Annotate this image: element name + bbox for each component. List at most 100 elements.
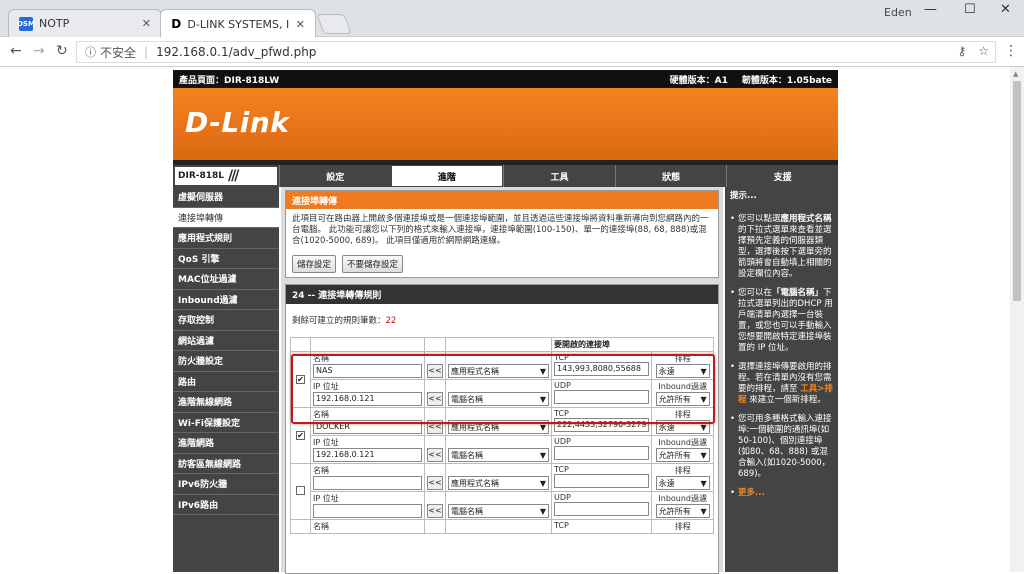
table-row: IP 位址 192.168.0.121 << 電腦名稱 ▼ UDP Inbound過… <box>291 379 714 408</box>
rule-name-input[interactable]: NAS <box>313 364 422 378</box>
rule-enable-cell: ✔ <box>290 407 311 464</box>
rules-table: 要開啟的連接埠 ✔ 名稱 NAS << 應用程式名稱 ▼ TCP 143,993,80… <box>290 337 714 534</box>
rule-name-input[interactable] <box>313 476 422 490</box>
sidebar-item-port-forwarding[interactable]: 連接埠轉傳 <box>173 207 279 228</box>
rule-enable-cell: ✔ <box>290 351 311 408</box>
url-text[interactable]: 192.168.0.1/adv_pfwd.php <box>156 45 316 59</box>
forward-icon[interactable]: → <box>33 43 45 59</box>
scroll-thumb[interactable] <box>1013 81 1021 301</box>
new-tab-button[interactable] <box>316 14 352 34</box>
schedule-select[interactable]: 永遠 ▼ <box>655 364 710 378</box>
ip-address-input[interactable]: 192.168.0.121 <box>313 392 422 406</box>
chevron-down-icon: ▼ <box>700 478 707 488</box>
chevron-down-icon: ▼ <box>539 450 546 460</box>
page-scrollbar[interactable]: ▲ <box>1010 67 1024 572</box>
sidebar-item-mac-filter[interactable]: MAC位址過濾 <box>173 269 279 290</box>
info-icon[interactable]: ⓘ <box>85 44 96 60</box>
tab-status[interactable]: 狀態 <box>614 165 727 187</box>
dont-save-button[interactable]: 不要儲存設定 <box>342 255 404 273</box>
star-icon[interactable]: ☆ <box>978 44 989 58</box>
fill-ip-button[interactable]: << <box>427 448 443 462</box>
profile-name[interactable]: Eden <box>884 6 912 19</box>
tab-tools[interactable]: 工具 <box>503 165 615 187</box>
sidebar-item-advanced-network[interactable]: 進階網路 <box>173 433 279 454</box>
fill-ip-button[interactable]: << <box>427 392 443 406</box>
fill-name-button[interactable]: << <box>427 364 443 378</box>
tcp-ports-input[interactable]: 222,4433,32790-3279 <box>554 418 650 432</box>
schedule-label: 排程 <box>674 410 691 419</box>
sidebar-item-guest-zone[interactable]: 訪客區無線網路 <box>173 454 279 474</box>
save-button[interactable]: 儲存設定 <box>292 255 337 273</box>
reload-icon[interactable]: ↻ <box>56 43 68 59</box>
rule-name-input[interactable]: DOCKER <box>313 420 422 434</box>
inbound-filter-select[interactable]: 允許所有 ▼ <box>655 392 710 406</box>
close-icon[interactable]: ✕ <box>296 18 305 31</box>
table-row: ✔ 名稱 DOCKER << 應用程式名稱 ▼ TCP 222,4433,32790-… <box>290 407 714 464</box>
sidebar-item-ipv6-routing[interactable]: IPv6路由 <box>173 495 279 515</box>
udp-ports-input[interactable] <box>554 390 650 404</box>
tab-advanced[interactable]: 進階 <box>390 165 504 187</box>
menu-icon[interactable]: ⋮ <box>1004 43 1018 59</box>
schedule-label: 排程 <box>674 522 691 531</box>
sidebar-item-firewall[interactable]: 防火牆設定 <box>173 351 279 372</box>
table-row: 名稱 TCP 排程 <box>290 519 714 534</box>
tcp-ports-input[interactable]: 143,993,8080,55688 <box>554 362 650 376</box>
udp-ports-input[interactable] <box>554 446 650 460</box>
sidebar-item-routing[interactable]: 路由 <box>173 372 279 392</box>
address-bar[interactable]: ⓘ 不安全 | 192.168.0.1/adv_pfwd.php ⚷ ☆ <box>76 41 996 63</box>
fill-name-button[interactable]: << <box>427 476 443 490</box>
rules-title: 24 -- 連接埠轉傳規則 <box>286 285 718 304</box>
sidebar-item-inbound-filter[interactable]: Inbound過濾 <box>173 290 279 310</box>
chevron-down-icon: ▼ <box>539 394 546 404</box>
security-label: 不安全 <box>100 45 137 60</box>
udp-ports-input[interactable] <box>554 502 650 516</box>
browser-tab-dlink[interactable]: D D-LINK SYSTEMS, INC. | ✕ <box>160 9 316 38</box>
sidebar-item-ipv6-firewall[interactable]: IPv6防火牆 <box>173 474 279 495</box>
fill-name-button[interactable]: << <box>427 420 443 434</box>
ip-address-input[interactable]: 192.168.0.121 <box>313 448 422 462</box>
product-page: 產品頁面：DIR-818LW <box>179 75 280 86</box>
tab-support[interactable]: 支援 <box>726 165 838 187</box>
tcp-ports-input[interactable] <box>554 474 650 488</box>
browser-tab-bar: DSM NOTP ✕ D D-LINK SYSTEMS, INC. | ✕ Ed… <box>0 0 1024 38</box>
computer-name-select[interactable]: 電腦名稱 ▼ <box>448 504 549 518</box>
sidebar-item-website-filter[interactable]: 網站過濾 <box>173 331 279 351</box>
back-icon[interactable]: ← <box>10 43 22 59</box>
rule-enable-checkbox[interactable] <box>296 486 305 495</box>
sidebar-item-advanced-wireless[interactable]: 進階無線網路 <box>173 392 279 413</box>
rule-enable-checkbox[interactable]: ✔ <box>296 375 305 384</box>
inbound-filter-select[interactable]: 允許所有 ▼ <box>655 504 710 518</box>
inbound-filter-label: Inbound過濾 <box>658 494 708 503</box>
application-name-select[interactable]: 應用程式名稱 ▼ <box>448 364 549 378</box>
more-link[interactable]: 更多... <box>738 488 765 498</box>
key-icon[interactable]: ⚷ <box>957 44 966 58</box>
sidebar-item-virtual-server[interactable]: 虛擬伺服器 <box>173 187 279 208</box>
hint-item: 您可以點選應用程式名稱的下拉式選單來查看並選擇預先定義的伺服器類型，選擇後按下選… <box>730 214 833 280</box>
sidebar-item-access-control[interactable]: 存取控制 <box>173 310 279 331</box>
browser-tab-notp[interactable]: DSM NOTP ✕ <box>8 9 162 37</box>
chevron-down-icon: ▼ <box>539 366 546 376</box>
name-label: 名稱 <box>313 522 329 531</box>
application-name-select[interactable]: 應用程式名稱 ▼ <box>448 420 549 434</box>
rule-enable-checkbox[interactable]: ✔ <box>296 431 305 440</box>
inbound-filter-select[interactable]: 允許所有 ▼ <box>655 448 710 462</box>
sidebar-item-wps[interactable]: Wi-Fi保護設定 <box>173 413 279 433</box>
application-name-select[interactable]: 應用程式名稱 ▼ <box>448 476 549 490</box>
sidebar-item-application-rules[interactable]: 應用程式規則 <box>173 228 279 249</box>
tab-setup[interactable]: 設定 <box>279 165 391 187</box>
udp-label: UDP <box>554 493 571 502</box>
computer-name-select[interactable]: 電腦名稱 ▼ <box>448 448 549 462</box>
scroll-up-icon[interactable]: ▲ <box>1013 70 1018 78</box>
ip-address-input[interactable] <box>313 504 422 518</box>
minimize-icon[interactable]: — <box>924 2 937 17</box>
ip-label: IP 位址 <box>313 494 339 503</box>
schedule-select[interactable]: 永遠 ▼ <box>655 420 710 434</box>
table-row: 名稱 << 應用程式名稱 ▼ TCP 排程 永遠 ▼ <box>290 463 714 520</box>
maximize-icon[interactable]: ☐ <box>964 2 976 17</box>
computer-name-select[interactable]: 電腦名稱 ▼ <box>448 392 549 406</box>
close-icon[interactable]: ✕ <box>142 17 151 30</box>
schedule-select[interactable]: 永遠 ▼ <box>655 476 710 490</box>
window-close-icon[interactable]: ✕ <box>1000 2 1011 17</box>
sidebar-item-qos[interactable]: QoS 引擎 <box>173 249 279 269</box>
fill-ip-button[interactable]: << <box>427 504 443 518</box>
